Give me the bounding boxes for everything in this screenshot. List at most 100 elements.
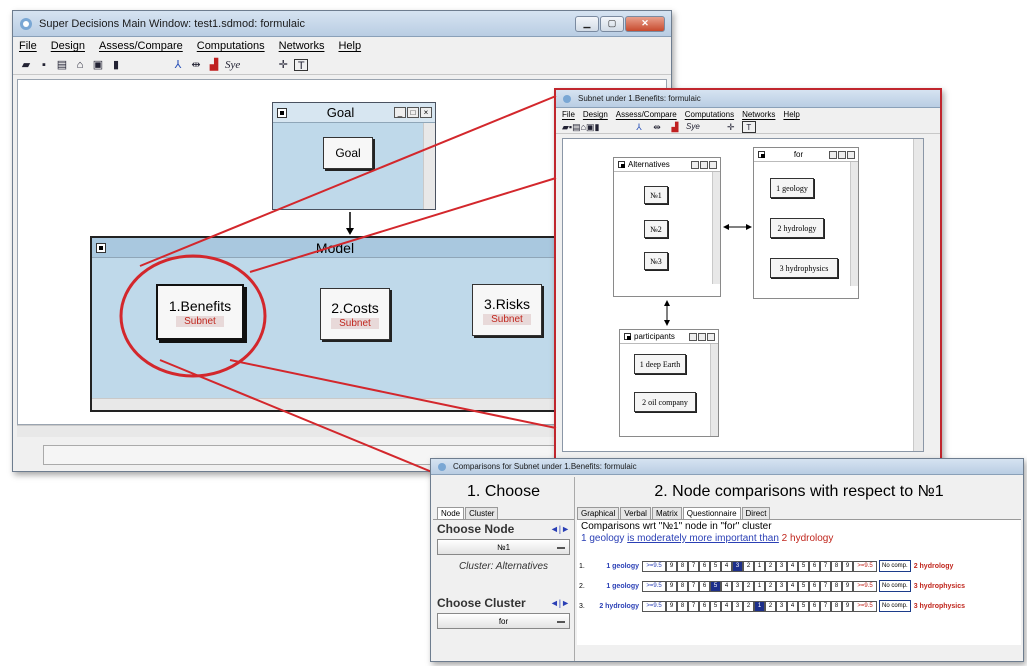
scale-cell[interactable]: 7	[688, 560, 699, 572]
menu-networks[interactable]: Networks	[742, 110, 775, 119]
node-benefits[interactable]: 1.Benefits Subnet	[156, 284, 244, 340]
lock-icon[interactable]: ▣	[91, 59, 105, 71]
no-comparison-button[interactable]: No comp.	[879, 600, 911, 612]
scale-cell[interactable]: 6	[809, 560, 820, 572]
scale-cell[interactable]: 9	[842, 560, 853, 572]
close-icon[interactable]: ×	[420, 107, 432, 118]
text-icon[interactable]: T	[741, 120, 756, 133]
tab-verbal[interactable]: Verbal	[620, 507, 651, 519]
scale-cell[interactable]: 8	[677, 560, 688, 572]
scale-cell[interactable]: 9	[666, 580, 677, 592]
cluster-menu-icon[interactable]	[277, 107, 287, 118]
scale-cell[interactable]: 5	[710, 600, 721, 612]
menu-computations[interactable]: Computations	[197, 40, 265, 52]
scale-cell[interactable]: >=9.5	[642, 600, 666, 612]
scale-cell[interactable]: 9	[666, 560, 677, 572]
scale-cell[interactable]: 5	[798, 560, 809, 572]
tab-direct[interactable]: Direct	[741, 507, 771, 519]
no-comparison-button[interactable]: No comp.	[879, 560, 911, 572]
scale-cell[interactable]: 5	[710, 580, 721, 592]
scale-cell[interactable]: 2	[765, 580, 776, 592]
scale-cell[interactable]: 5	[710, 560, 721, 572]
menu-networks[interactable]: Networks	[279, 40, 325, 52]
unlock-icon[interactable]: ⌂	[73, 59, 87, 71]
text-icon[interactable]: T	[294, 58, 309, 72]
scale-cell[interactable]: 4	[787, 560, 798, 572]
scale-cell[interactable]: 6	[699, 580, 710, 592]
scale-cell[interactable]: 6	[699, 560, 710, 572]
cluster-menu-icon[interactable]	[624, 333, 631, 340]
goal-node[interactable]: Goal	[323, 137, 373, 169]
node-nav-arrows[interactable]: ◄|►	[550, 524, 570, 534]
scale-cell[interactable]: 3	[776, 600, 787, 612]
scale-cell[interactable]: 4	[787, 600, 798, 612]
network-icon[interactable]: ⅄	[171, 59, 185, 71]
scale-cell[interactable]: 5	[798, 580, 809, 592]
open-icon[interactable]: ▰▪▤⌂▣▮	[562, 121, 600, 133]
participant-node-oil-company[interactable]: 2 oil company	[634, 392, 696, 412]
scale-cell[interactable]: >=9.5	[853, 560, 877, 572]
tab-questionnaire[interactable]: Questionnaire	[682, 507, 741, 519]
participant-node-deep-earth[interactable]: 1 deep Earth	[634, 354, 686, 374]
maximize-button[interactable]: ▢	[600, 15, 624, 32]
scale-cell[interactable]: 3	[732, 580, 743, 592]
menu-design[interactable]: Design	[51, 40, 85, 52]
tab-matrix[interactable]: Matrix	[651, 507, 682, 519]
scale-cell[interactable]: 5	[798, 600, 809, 612]
scale-cell[interactable]: 1	[754, 580, 765, 592]
maximize-icon[interactable]: □	[407, 107, 419, 118]
menu-file[interactable]: File	[562, 110, 575, 119]
scale-cell[interactable]: 7	[688, 580, 699, 592]
scale-cell[interactable]: 6	[809, 580, 820, 592]
scale-cell[interactable]: 8	[831, 600, 842, 612]
scale-cell[interactable]: 7	[820, 560, 831, 572]
menu-assess-compare[interactable]: Assess/Compare	[616, 110, 677, 119]
save-icon[interactable]: ▪	[37, 59, 51, 71]
participants-cluster[interactable]: participants 1 deep Earth 2 oil company	[619, 329, 719, 437]
scale-cell[interactable]: 2	[743, 580, 754, 592]
menu-design[interactable]: Design	[583, 110, 608, 119]
menu-assess-compare[interactable]: Assess/Compare	[99, 40, 183, 52]
scale-cell[interactable]: >=9.5	[642, 560, 666, 572]
compare-icon[interactable]: ⇹	[189, 59, 203, 71]
menu-file[interactable]: File	[19, 40, 37, 52]
scale-cell[interactable]: 9	[666, 600, 677, 612]
scale-cell[interactable]: 8	[677, 600, 688, 612]
scale-cell[interactable]: 4	[721, 580, 732, 592]
menu-help[interactable]: Help	[783, 110, 799, 119]
scale-cell[interactable]: 8	[831, 560, 842, 572]
model-hscroll[interactable]	[92, 398, 564, 410]
subnet-vscroll[interactable]	[913, 139, 923, 451]
tab-graphical[interactable]: Graphical	[577, 507, 620, 519]
node-lock-icon[interactable]: ▮	[109, 59, 123, 71]
scale-cell[interactable]: >=9.5	[853, 580, 877, 592]
cluster-nav-arrows[interactable]: ◄|►	[550, 598, 570, 608]
scale-cell[interactable]: 9	[842, 580, 853, 592]
cluster-select[interactable]: for	[437, 613, 570, 629]
scale-cell[interactable]: 1	[754, 560, 765, 572]
scale-cell[interactable]: 7	[688, 600, 699, 612]
print-icon[interactable]: ▤	[55, 59, 69, 71]
node-costs[interactable]: 2.Costs Subnet	[320, 288, 390, 340]
scale-cell[interactable]: 2	[765, 600, 776, 612]
compare-icon[interactable]: ⇹	[650, 121, 664, 133]
scale-cell[interactable]: 4	[787, 580, 798, 592]
scale-cell[interactable]: 2	[743, 600, 754, 612]
network-icon[interactable]: ⅄	[632, 121, 646, 133]
maximize-icon[interactable]	[698, 332, 706, 341]
main-titlebar[interactable]: Super Decisions Main Window: test1.sdmod…	[13, 11, 671, 37]
scale-cell[interactable]: 3	[732, 600, 743, 612]
move-icon[interactable]: ✛	[276, 59, 290, 71]
scale-cell[interactable]: 6	[809, 600, 820, 612]
tab-cluster[interactable]: Cluster	[465, 507, 499, 519]
minimize-icon[interactable]	[689, 332, 697, 341]
close-button[interactable]: ✕	[625, 15, 665, 32]
menu-computations[interactable]: Computations	[685, 110, 734, 119]
bar-chart-icon[interactable]: ▟	[668, 121, 682, 133]
scale-cell[interactable]: 2	[743, 560, 754, 572]
scale-cell[interactable]: 3	[732, 560, 743, 572]
scale-cell[interactable]: >=9.5	[853, 600, 877, 612]
move-icon[interactable]: ✛	[724, 121, 738, 133]
participants-vscroll[interactable]	[710, 344, 718, 436]
scale-cell[interactable]: 3	[776, 560, 787, 572]
